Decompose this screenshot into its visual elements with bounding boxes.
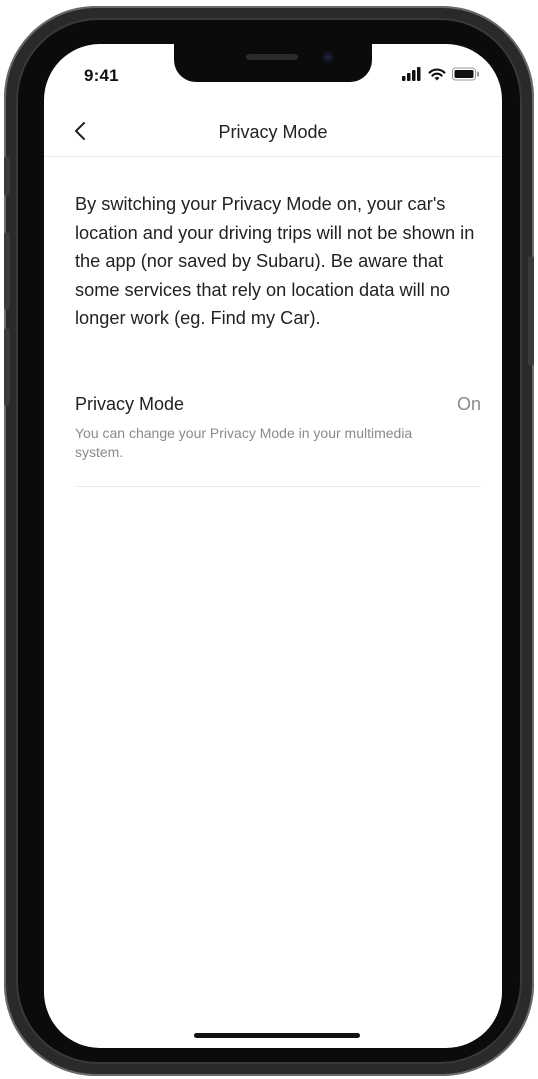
cellular-signal-icon bbox=[402, 67, 421, 81]
volume-down-button bbox=[4, 328, 10, 406]
privacy-mode-setting-row: Privacy Mode On You can change your Priv… bbox=[75, 390, 481, 487]
setting-label: Privacy Mode bbox=[75, 394, 185, 414]
earpiece-speaker bbox=[246, 54, 298, 60]
setting-value: On bbox=[456, 394, 481, 414]
home-indicator[interactable] bbox=[194, 1033, 360, 1038]
battery-icon bbox=[452, 67, 479, 81]
volume-up-button bbox=[4, 232, 10, 310]
mute-switch bbox=[4, 156, 10, 196]
notch bbox=[174, 44, 372, 82]
page-title: Privacy Mode bbox=[218, 122, 328, 142]
privacy-description: By switching your Privacy Mode on, your … bbox=[75, 194, 475, 328]
setting-hint: You can change your Privacy Mode in your… bbox=[75, 425, 413, 460]
status-time: 9:41 bbox=[84, 66, 119, 85]
status-icons bbox=[402, 66, 480, 82]
phone-frame: 9:41 Privacy Mode By switching your Priv… bbox=[4, 6, 534, 1076]
wifi-icon bbox=[428, 68, 446, 81]
app-screen: 9:41 Privacy Mode By switching your Priv… bbox=[44, 44, 502, 1048]
power-button bbox=[528, 256, 534, 366]
front-camera bbox=[322, 51, 334, 63]
navigation-bar: Privacy Mode bbox=[44, 108, 502, 157]
